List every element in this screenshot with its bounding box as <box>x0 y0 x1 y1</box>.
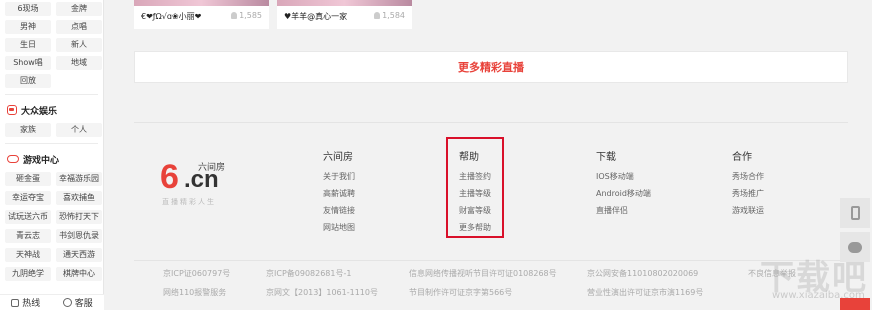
tv-icon <box>7 105 17 115</box>
user-icon <box>231 12 238 19</box>
phone-icon <box>11 298 20 307</box>
footer-link[interactable]: 秀场推广 <box>732 189 764 206</box>
entertainment-chip[interactable]: 家族 <box>5 123 51 137</box>
divider <box>5 143 98 144</box>
games-title: 游戏中心 <box>23 155 60 166</box>
customer-service-icon <box>62 298 72 307</box>
streamer-thumbnail[interactable] <box>134 0 269 6</box>
category-chip[interactable]: Show唱 <box>5 56 51 70</box>
help-highlight-box <box>446 137 504 238</box>
entertainment-title: 大众娱乐 <box>21 106 58 117</box>
category-chip[interactable]: 金牌 <box>56 2 102 16</box>
mobile-phone-icon <box>850 206 860 220</box>
entertainment-grid: 家族 个人 <box>0 123 103 137</box>
hotline-link[interactable]: 热线 <box>11 296 40 309</box>
hotline-label: 热线 <box>22 299 41 309</box>
legal-police-record[interactable]: 京公网安备11010802020069 <box>587 268 698 279</box>
footer-link[interactable]: 秀场合作 <box>732 172 764 189</box>
game-chip[interactable]: 通天西游 <box>56 248 102 262</box>
footer-link[interactable]: 关于我们 <box>323 172 355 189</box>
legal-performance-license[interactable]: 营业性演出许可证京市演1169号 <box>587 287 703 298</box>
games-section-header: 游戏中心 <box>0 150 103 168</box>
game-chip[interactable]: 青云志 <box>5 229 51 243</box>
category-chip[interactable]: 地域 <box>56 56 102 70</box>
mobile-app-button[interactable] <box>840 198 870 228</box>
game-chip[interactable]: 棋牌中心 <box>56 267 102 281</box>
game-chip[interactable]: 砸金蛋 <box>5 172 51 186</box>
footer-link[interactable]: 游戏联运 <box>732 206 764 223</box>
footer-link[interactable]: 网站地图 <box>323 223 355 240</box>
more-live-button[interactable]: 更多精彩直播 <box>134 51 848 83</box>
category-chip[interactable]: 新人 <box>56 38 102 52</box>
streamer-card[interactable]: €❤ƒΩ√ɑ❀小丽❤ 1,585 <box>134 0 269 29</box>
legal-icp-license[interactable]: 京ICP证060797号 <box>163 268 230 279</box>
footer-column-download: 下载 IOS移动端 Android移动端 直播伴侣 <box>596 148 651 223</box>
entertainment-chip[interactable]: 个人 <box>56 123 102 137</box>
logo-slogan: 直播精彩人生 <box>162 198 216 206</box>
service-link[interactable]: 客服 <box>62 296 93 309</box>
streamer-card[interactable]: ♥羊羊@真心一家 1,584 <box>277 0 412 29</box>
sidebar: 6现场 金牌 男神 点唱 生日 新人 Show唱 地域 回放 大众娱乐 家族 个… <box>0 0 104 310</box>
site-logo[interactable]: 6 .cn 六间房 直播精彩人生 <box>160 158 240 206</box>
footer-link[interactable]: IOS移动端 <box>596 172 651 189</box>
game-chip[interactable]: 幸运夺宝 <box>5 191 51 205</box>
footer-divider <box>134 122 848 123</box>
gamepad-icon <box>7 155 19 163</box>
streamer-thumbnail[interactable] <box>277 0 412 6</box>
footer-column-about: 六间房 关于我们 高薪诚聘 友情链接 网站地图 <box>323 148 355 240</box>
service-label: 客服 <box>74 299 93 309</box>
sidebar-footer: 热线 客服 <box>0 294 104 310</box>
streamer-name: €❤ƒΩ√ɑ❀小丽❤ <box>141 12 202 21</box>
category-chip[interactable]: 回放 <box>5 74 51 88</box>
game-chip[interactable]: 喜欢捕鱼 <box>56 191 102 205</box>
game-chip[interactable]: 天神战 <box>5 248 51 262</box>
viewer-count-value: 1,584 <box>382 11 405 20</box>
footer-link[interactable]: 直播伴侣 <box>596 206 651 223</box>
footer-link[interactable]: 高薪诚聘 <box>323 189 355 206</box>
logo-site-name: 六间房 <box>198 163 226 173</box>
category-chip[interactable]: 男神 <box>5 20 51 34</box>
viewer-count: 1,584 <box>374 11 405 20</box>
viewer-count: 1,585 <box>231 11 262 20</box>
game-chip[interactable]: 试玩送六币 <box>5 210 51 224</box>
category-chip[interactable]: 6现场 <box>5 2 51 16</box>
logo-six-glyph: 6 <box>160 158 179 196</box>
column-title: 下载 <box>596 152 616 163</box>
legal-icp-record[interactable]: 京ICP备09082681号-1 <box>266 268 351 279</box>
watermark-url: www.xiazaiba.com <box>772 290 865 301</box>
legal-av-license[interactable]: 信息网络传播视听节目许可证0108268号 <box>409 268 557 279</box>
game-chip[interactable]: 九阴绝学 <box>5 267 51 281</box>
category-chip[interactable]: 生日 <box>5 38 51 52</box>
viewer-count-value: 1,585 <box>239 11 262 20</box>
game-chip[interactable]: 幸福游乐园 <box>56 172 102 186</box>
category-grid: 6现场 金牌 男神 点唱 生日 新人 Show唱 地域 回放 <box>0 0 103 88</box>
legal-production-license[interactable]: 节目制作许可证京字第566号 <box>409 287 512 298</box>
divider <box>5 94 98 95</box>
footer-link[interactable]: Android移动端 <box>596 189 651 206</box>
user-icon <box>374 12 381 19</box>
legal-divider <box>134 260 848 261</box>
category-chip[interactable]: 点唱 <box>56 20 102 34</box>
footer-link[interactable]: 友情链接 <box>323 206 355 223</box>
entertainment-section-header: 大众娱乐 <box>0 101 103 119</box>
games-grid: 砸金蛋 幸福游乐园 幸运夺宝 喜欢捕鱼 试玩送六币 恐怖打天下 青云志 书剑恩仇… <box>0 172 103 281</box>
legal-police-110[interactable]: 网络110报警服务 <box>163 287 226 298</box>
streamer-name: ♥羊羊@真心一家 <box>284 12 348 21</box>
column-title: 合作 <box>732 152 752 163</box>
column-title: 六间房 <box>323 152 353 163</box>
footer-column-partner: 合作 秀场合作 秀场推广 游戏联运 <box>732 148 764 223</box>
legal-culture-license[interactable]: 京网文【2013】1061-1110号 <box>266 287 378 298</box>
game-chip[interactable]: 恐怖打天下 <box>56 210 102 224</box>
game-chip[interactable]: 书剑恩仇录 <box>56 229 102 243</box>
